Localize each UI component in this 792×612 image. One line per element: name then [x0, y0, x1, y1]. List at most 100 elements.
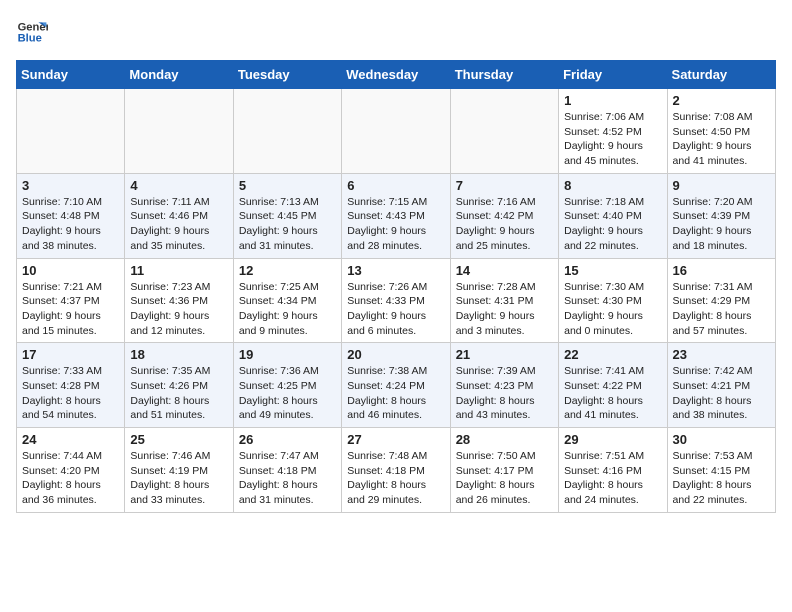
day-info: Sunrise: 7:18 AM Sunset: 4:40 PM Dayligh…: [564, 195, 661, 254]
calendar-cell: 11 Sunrise: 7:23 AM Sunset: 4:36 PM Dayli…: [125, 258, 233, 343]
day-info: Sunrise: 7:30 AM Sunset: 4:30 PM Dayligh…: [564, 280, 661, 339]
day-number: 14: [456, 263, 553, 278]
day-number: 24: [22, 432, 119, 447]
calendar-cell: 24 Sunrise: 7:44 AM Sunset: 4:20 PM Dayli…: [17, 428, 125, 513]
day-info: Sunrise: 7:51 AM Sunset: 4:16 PM Dayligh…: [564, 449, 661, 508]
calendar-cell: 15 Sunrise: 7:30 AM Sunset: 4:30 PM Dayli…: [559, 258, 667, 343]
calendar-cell: 16Sunrise: 7:31 AM Sunset: 4:29 PM Dayli…: [667, 258, 775, 343]
day-number: 12: [239, 263, 336, 278]
calendar-cell: [450, 89, 558, 174]
calendar-week-1: 1 Sunrise: 7:06 AM Sunset: 4:52 PM Daylig…: [17, 89, 776, 174]
day-info: Sunrise: 7:41 AM Sunset: 4:22 PM Dayligh…: [564, 364, 661, 423]
calendar-cell: 9 Sunrise: 7:20 AM Sunset: 4:39 PM Daylig…: [667, 173, 775, 258]
day-info: Sunrise: 7:21 AM Sunset: 4:37 PM Dayligh…: [22, 280, 119, 339]
calendar-cell: [125, 89, 233, 174]
calendar-cell: 22 Sunrise: 7:41 AM Sunset: 4:22 PM Dayli…: [559, 343, 667, 428]
day-info: Sunrise: 7:47 AM Sunset: 4:18 PM Dayligh…: [239, 449, 336, 508]
day-number: 8: [564, 178, 661, 193]
day-number: 10: [22, 263, 119, 278]
day-info: Sunrise: 7:50 AM Sunset: 4:17 PM Dayligh…: [456, 449, 553, 508]
col-header-saturday: Saturday: [667, 61, 775, 89]
calendar-week-5: 24 Sunrise: 7:44 AM Sunset: 4:20 PM Dayli…: [17, 428, 776, 513]
header-row: SundayMondayTuesdayWednesdayThursdayFrid…: [17, 61, 776, 89]
calendar-cell: 25 Sunrise: 7:46 AM Sunset: 4:19 PM Dayli…: [125, 428, 233, 513]
day-number: 22: [564, 347, 661, 362]
calendar-cell: [233, 89, 341, 174]
col-header-monday: Monday: [125, 61, 233, 89]
calendar-cell: 8 Sunrise: 7:18 AM Sunset: 4:40 PM Daylig…: [559, 173, 667, 258]
logo: General Blue: [16, 16, 32, 48]
day-info: Sunrise: 7:06 AM Sunset: 4:52 PM Dayligh…: [564, 110, 661, 169]
calendar-cell: 12Sunrise: 7:25 AM Sunset: 4:34 PM Dayli…: [233, 258, 341, 343]
calendar-cell: 7 Sunrise: 7:16 AM Sunset: 4:42 PM Daylig…: [450, 173, 558, 258]
logo-icon: General Blue: [16, 16, 48, 48]
day-info: Sunrise: 7:48 AM Sunset: 4:18 PM Dayligh…: [347, 449, 444, 508]
day-info: Sunrise: 7:15 AM Sunset: 4:43 PM Dayligh…: [347, 195, 444, 254]
calendar-week-3: 10 Sunrise: 7:21 AM Sunset: 4:37 PM Dayli…: [17, 258, 776, 343]
day-number: 27: [347, 432, 444, 447]
day-number: 1: [564, 93, 661, 108]
day-info: Sunrise: 7:39 AM Sunset: 4:23 PM Dayligh…: [456, 364, 553, 423]
calendar-cell: [17, 89, 125, 174]
day-number: 25: [130, 432, 227, 447]
calendar-cell: 2Sunrise: 7:08 AM Sunset: 4:50 PM Daylig…: [667, 89, 775, 174]
day-info: Sunrise: 7:33 AM Sunset: 4:28 PM Dayligh…: [22, 364, 119, 423]
calendar-cell: 18Sunrise: 7:35 AM Sunset: 4:26 PM Dayli…: [125, 343, 233, 428]
day-info: Sunrise: 7:38 AM Sunset: 4:24 PM Dayligh…: [347, 364, 444, 423]
day-number: 19: [239, 347, 336, 362]
calendar-cell: 29 Sunrise: 7:51 AM Sunset: 4:16 PM Dayli…: [559, 428, 667, 513]
day-info: Sunrise: 7:16 AM Sunset: 4:42 PM Dayligh…: [456, 195, 553, 254]
calendar-cell: 6 Sunrise: 7:15 AM Sunset: 4:43 PM Daylig…: [342, 173, 450, 258]
calendar-week-4: 17 Sunrise: 7:33 AM Sunset: 4:28 PM Dayli…: [17, 343, 776, 428]
day-info: Sunrise: 7:44 AM Sunset: 4:20 PM Dayligh…: [22, 449, 119, 508]
day-number: 6: [347, 178, 444, 193]
day-number: 15: [564, 263, 661, 278]
calendar-cell: 1 Sunrise: 7:06 AM Sunset: 4:52 PM Daylig…: [559, 89, 667, 174]
day-number: 13: [347, 263, 444, 278]
day-info: Sunrise: 7:26 AM Sunset: 4:33 PM Dayligh…: [347, 280, 444, 339]
day-number: 28: [456, 432, 553, 447]
calendar-cell: 26 Sunrise: 7:47 AM Sunset: 4:18 PM Dayli…: [233, 428, 341, 513]
col-header-sunday: Sunday: [17, 61, 125, 89]
col-header-friday: Friday: [559, 61, 667, 89]
header-area: General Blue: [16, 16, 776, 48]
day-info: Sunrise: 7:23 AM Sunset: 4:36 PM Dayligh…: [130, 280, 227, 339]
day-number: 5: [239, 178, 336, 193]
calendar-cell: 21 Sunrise: 7:39 AM Sunset: 4:23 PM Dayli…: [450, 343, 558, 428]
day-number: 9: [673, 178, 770, 193]
calendar-table: SundayMondayTuesdayWednesdayThursdayFrid…: [16, 60, 776, 513]
day-info: Sunrise: 7:28 AM Sunset: 4:31 PM Dayligh…: [456, 280, 553, 339]
day-info: Sunrise: 7:46 AM Sunset: 4:19 PM Dayligh…: [130, 449, 227, 508]
calendar-cell: 28 Sunrise: 7:50 AM Sunset: 4:17 PM Dayli…: [450, 428, 558, 513]
day-number: 11: [130, 263, 227, 278]
col-header-tuesday: Tuesday: [233, 61, 341, 89]
day-number: 29: [564, 432, 661, 447]
day-number: 30: [673, 432, 770, 447]
day-info: Sunrise: 7:10 AM Sunset: 4:48 PM Dayligh…: [22, 195, 119, 254]
day-number: 3: [22, 178, 119, 193]
day-info: Sunrise: 7:42 AM Sunset: 4:21 PM Dayligh…: [673, 364, 770, 423]
day-number: 20: [347, 347, 444, 362]
day-info: Sunrise: 7:20 AM Sunset: 4:39 PM Dayligh…: [673, 195, 770, 254]
calendar-cell: [342, 89, 450, 174]
day-number: 17: [22, 347, 119, 362]
day-number: 18: [130, 347, 227, 362]
calendar-cell: 3 Sunrise: 7:10 AM Sunset: 4:48 PM Daylig…: [17, 173, 125, 258]
svg-text:Blue: Blue: [18, 33, 42, 45]
calendar-cell: 14 Sunrise: 7:28 AM Sunset: 4:31 PM Dayli…: [450, 258, 558, 343]
calendar-cell: 27 Sunrise: 7:48 AM Sunset: 4:18 PM Dayli…: [342, 428, 450, 513]
calendar-cell: 4Sunrise: 7:11 AM Sunset: 4:46 PM Daylig…: [125, 173, 233, 258]
calendar-cell: 19Sunrise: 7:36 AM Sunset: 4:25 PM Dayli…: [233, 343, 341, 428]
day-number: 21: [456, 347, 553, 362]
col-header-wednesday: Wednesday: [342, 61, 450, 89]
day-number: 23: [673, 347, 770, 362]
day-number: 7: [456, 178, 553, 193]
day-info: Sunrise: 7:13 AM Sunset: 4:45 PM Dayligh…: [239, 195, 336, 254]
calendar-cell: 23 Sunrise: 7:42 AM Sunset: 4:21 PM Dayli…: [667, 343, 775, 428]
day-number: 26: [239, 432, 336, 447]
calendar-cell: 17 Sunrise: 7:33 AM Sunset: 4:28 PM Dayli…: [17, 343, 125, 428]
calendar-cell: 20 Sunrise: 7:38 AM Sunset: 4:24 PM Dayli…: [342, 343, 450, 428]
day-info: Sunrise: 7:11 AM Sunset: 4:46 PM Dayligh…: [130, 195, 227, 254]
calendar-cell: 10 Sunrise: 7:21 AM Sunset: 4:37 PM Dayli…: [17, 258, 125, 343]
day-number: 16: [673, 263, 770, 278]
